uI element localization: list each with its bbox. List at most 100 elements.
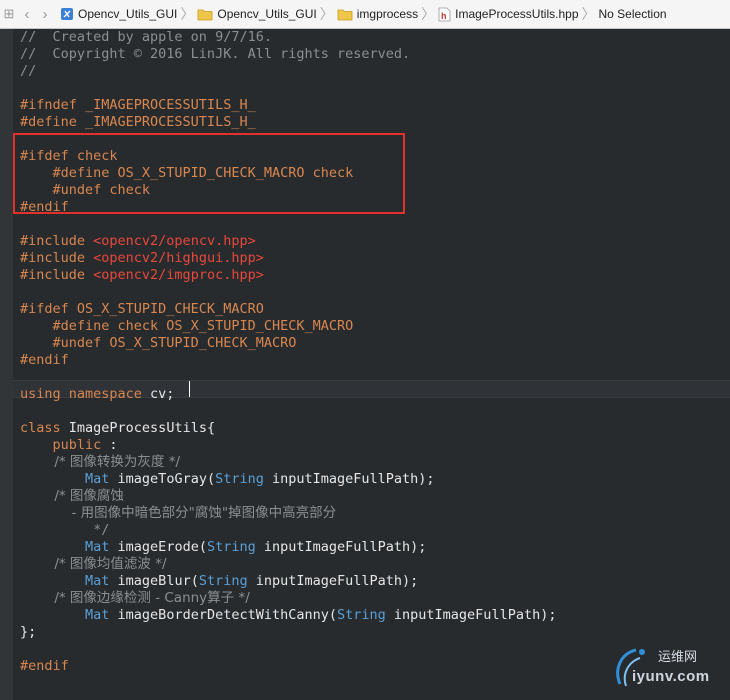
code-token: #define _IMAGEPROCESSUTILS_H_	[20, 114, 256, 130]
code-token: :	[109, 437, 118, 453]
line-number	[0, 131, 11, 148]
watermark-url: iyunv.com	[632, 668, 710, 685]
code-token: /* 图像转换为灰度 */	[20, 454, 181, 470]
code-line: //	[20, 63, 36, 80]
code-token: Mat	[85, 539, 118, 555]
breadcrumb-label: imgprocess	[356, 7, 419, 21]
line-number	[0, 250, 11, 267]
code-token: #endif	[20, 352, 69, 368]
folder-icon	[337, 9, 353, 20]
forward-arrow-icon[interactable]: ›	[36, 6, 54, 23]
code-line: Mat imageToGray(String inputImageFullPat…	[20, 471, 435, 488]
code-token: imageToGray(	[117, 471, 216, 487]
code-token: #endif	[20, 658, 69, 674]
code-token: // Created by apple on 9/7/16.	[20, 29, 272, 45]
code-line: // Copyright © 2016 LinJK. All rights re…	[20, 46, 410, 63]
line-number	[0, 335, 11, 352]
code-token: //	[20, 63, 37, 79]
line-number	[0, 522, 11, 539]
line-number	[0, 505, 11, 522]
line-number	[0, 454, 11, 471]
code-line: #ifdef OS_X_STUPID_CHECK_MACRO	[20, 301, 264, 318]
code-token: <opencv2/imgproc.hpp>	[93, 267, 264, 283]
line-number	[0, 97, 11, 114]
line-number	[0, 148, 11, 165]
header-file-icon: h	[438, 7, 451, 21]
code-line: /* 图像转换为灰度 */	[20, 454, 180, 471]
line-number	[0, 437, 11, 454]
code-line: #include <opencv2/highgui.hpp>	[20, 250, 264, 267]
line-number	[0, 216, 11, 233]
code-line: Mat imageErode(String inputImageFullPath…	[20, 539, 426, 556]
code-token: public	[20, 437, 110, 453]
annotation-highlight-box	[13, 133, 405, 214]
line-number	[0, 420, 11, 437]
code-token: cv;	[150, 386, 175, 402]
breadcrumb-selection[interactable]: No Selection	[599, 7, 667, 21]
code-line: #define check OS_X_STUPID_CHECK_MACRO	[20, 318, 354, 335]
code-line: /* 图像均值滤波 */	[20, 556, 167, 573]
text-caret	[189, 381, 190, 397]
line-number	[0, 182, 11, 199]
code-token: /* 图像边缘检测 - Canny算子 */	[20, 590, 250, 606]
code-token: imageBlur(	[117, 573, 199, 589]
line-number	[0, 471, 11, 488]
line-number	[0, 403, 11, 420]
svg-text:h: h	[441, 11, 447, 21]
code-token: - 用图像中暗色部分"腐蚀"掉图像中高亮部分	[20, 505, 337, 521]
breadcrumb-file[interactable]: h ImageProcessUtils.hpp	[438, 7, 579, 22]
watermark-text: 运维网	[658, 650, 698, 665]
line-number	[0, 267, 11, 284]
code-editor[interactable]: // Created by apple on 9/7/16.// Copyrig…	[0, 29, 730, 700]
code-line: // Created by apple on 9/7/16.	[20, 29, 272, 46]
code-token: inputImageFullPath);	[263, 539, 427, 555]
line-number	[0, 80, 11, 97]
code-token: #ifndef _IMAGEPROCESSUTILS_H_	[20, 97, 256, 113]
code-line: class ImageProcessUtils{	[20, 420, 215, 437]
line-number	[0, 539, 11, 556]
code-token: */	[20, 522, 110, 538]
back-arrow-icon[interactable]: ‹	[18, 6, 36, 23]
watermark: 运维网 iyunv.com	[612, 642, 722, 692]
code-token: /* 图像均值滤波 */	[20, 556, 167, 572]
code-line: Mat imageBlur(String inputImageFullPath)…	[20, 573, 418, 590]
line-number	[0, 63, 11, 80]
breadcrumb-label: Opencv_Utils_GUI	[217, 7, 317, 21]
code-token: };	[20, 624, 37, 640]
grid-icon[interactable]: ⊞	[0, 6, 18, 22]
code-token: String	[198, 573, 256, 589]
code-token: using namespace	[20, 386, 151, 402]
folder-icon	[197, 9, 213, 20]
code-line: #include <opencv2/imgproc.hpp>	[20, 267, 264, 284]
code-line: #ifndef _IMAGEPROCESSUTILS_H_	[20, 97, 256, 114]
breadcrumb-project[interactable]: Opencv_Utils_GUI	[60, 7, 177, 21]
code-token: String	[206, 539, 264, 555]
breadcrumb-folder[interactable]: imgprocess	[337, 7, 418, 21]
line-number	[0, 284, 11, 301]
line-number	[0, 624, 11, 641]
code-line: #undef OS_X_STUPID_CHECK_MACRO	[20, 335, 297, 352]
jump-bar: ⊞ ‹ › Opencv_Utils_GUI 〉 Opencv_Utils_GU…	[0, 0, 730, 29]
code-line: /* 图像边缘检测 - Canny算子 */	[20, 590, 250, 607]
breadcrumb-label: ImageProcessUtils.hpp	[455, 7, 579, 21]
code-token: ImageProcessUtils{	[68, 420, 216, 436]
line-number	[0, 29, 11, 46]
chevron-right-icon: 〉	[319, 6, 334, 22]
code-line: using namespace cv;	[20, 386, 174, 403]
chevron-right-icon: 〉	[581, 6, 596, 22]
chevron-right-icon: 〉	[421, 6, 436, 22]
chevron-right-icon: 〉	[180, 6, 195, 22]
line-number	[0, 352, 11, 369]
code-token: Mat	[85, 573, 118, 589]
code-token: #include	[20, 250, 94, 266]
code-line: - 用图像中暗色部分"腐蚀"掉图像中高亮部分	[20, 505, 336, 522]
line-number	[0, 301, 11, 318]
code-line: Mat imageBorderDetectWithCanny(String in…	[20, 607, 556, 624]
breadcrumb-group[interactable]: Opencv_Utils_GUI	[197, 7, 317, 21]
breadcrumb-label: No Selection	[598, 7, 667, 21]
code-token: #include	[20, 267, 94, 283]
code-token: /* 图像腐蚀	[20, 488, 124, 504]
code-token: class	[20, 420, 69, 436]
line-number	[0, 573, 11, 590]
